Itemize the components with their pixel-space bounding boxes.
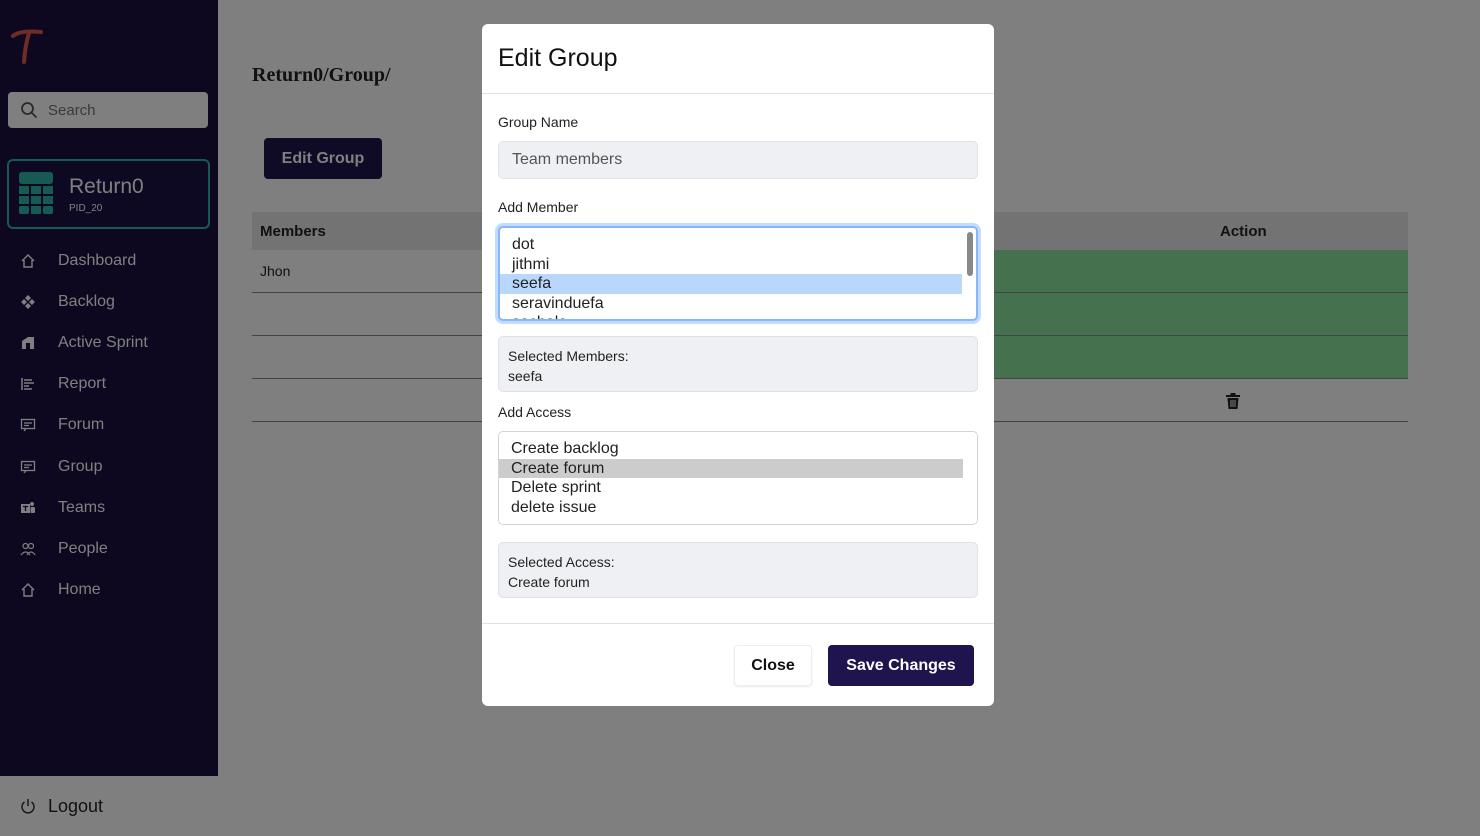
member-option[interactable]: seravinduefa [500, 294, 962, 314]
access-option[interactable]: delete issue [499, 498, 963, 518]
add-member-listbox[interactable]: dot jithmi seefa seravinduefa sachala [498, 226, 978, 321]
access-option-selected[interactable]: Create forum [499, 458, 963, 479]
modal-header: Edit Group [482, 24, 994, 94]
selected-access-label: Selected Access: [508, 554, 615, 570]
access-option[interactable]: Create backlog [499, 439, 963, 459]
add-member-label: Add Member [498, 199, 579, 215]
member-option[interactable]: jithmi [500, 255, 962, 275]
listbox-scrollbar[interactable] [967, 232, 973, 276]
modal-footer: Close Save Changes [482, 623, 994, 706]
close-button[interactable]: Close [734, 645, 812, 686]
member-option[interactable]: sachala [500, 313, 962, 319]
add-access-label: Add Access [498, 404, 572, 420]
selected-access-box: Selected Access: Create forum [498, 542, 978, 598]
selected-members-box: Selected Members: seefa [498, 336, 978, 392]
access-option[interactable]: Delete sprint [499, 478, 963, 498]
selected-access-value: Create forum [508, 574, 590, 590]
member-option-selected[interactable]: seefa [500, 274, 962, 294]
member-option[interactable]: dot [500, 235, 962, 255]
add-access-listbox[interactable]: Create backlog Create forum Delete sprin… [498, 431, 978, 525]
group-name-input[interactable] [498, 141, 978, 179]
selected-members-label: Selected Members: [508, 348, 629, 364]
save-changes-button[interactable]: Save Changes [828, 645, 974, 686]
group-name-label: Group Name [498, 114, 579, 130]
modal-title: Edit Group [498, 44, 618, 72]
edit-group-modal: Edit Group Group Name Add Member dot jit… [482, 24, 994, 706]
selected-members-value: seefa [508, 368, 543, 384]
